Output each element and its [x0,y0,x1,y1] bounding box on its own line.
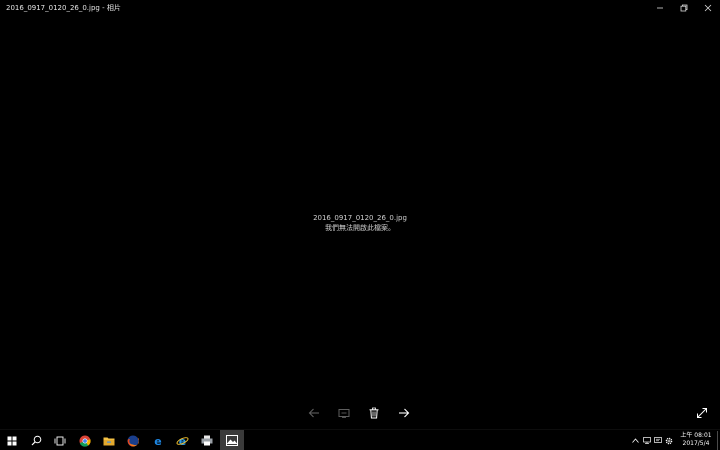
clock-date: 2017/5/4 [682,440,710,447]
fullscreen-button[interactable] [692,404,712,422]
svg-text:e: e [154,435,161,447]
restore-button[interactable] [672,0,696,16]
window-controls [648,0,720,16]
title-bar: 2016_0917_0120_26_0.jpg - 相片 [0,0,720,16]
start-button[interactable] [0,430,24,450]
taskbar: e e 上午 08:01 2017/5/4 [0,429,720,450]
show-hidden-icons-button[interactable] [630,430,641,450]
edge-button[interactable]: e [146,430,170,450]
minimize-button[interactable] [648,0,672,16]
arrow-left-icon [308,408,319,418]
task-view-button[interactable] [48,430,72,450]
previous-button[interactable] [302,403,326,423]
photos-icon [226,435,238,446]
photos-button[interactable] [220,430,244,450]
slideshow-icon [338,409,350,418]
expand-icon [697,408,707,418]
search-button[interactable] [24,430,48,450]
firefox-icon [127,435,139,446]
next-button[interactable] [392,403,416,423]
search-icon [31,435,41,446]
arrow-right-icon [399,408,410,418]
network-button[interactable] [641,430,652,450]
start-icon [7,436,17,445]
network-icon [642,437,651,444]
settings-tray-button[interactable] [663,430,674,450]
taskbar-clock[interactable]: 上午 08:01 2017/5/4 [678,432,714,448]
edge-icon: e [154,435,161,447]
restore-icon [680,4,688,12]
viewer-toolbar [302,403,416,423]
chrome-icon [79,435,91,447]
window-title: 2016_0917_0120_26_0.jpg - 相片 [6,4,121,12]
chevron-up-icon [632,438,639,443]
task-view-icon [54,436,66,445]
internet-explorer-button[interactable]: e [170,430,194,450]
delete-button[interactable] [362,403,386,423]
file-name-text: 2016_0917_0120_26_0.jpg [313,214,407,222]
error-message-area: 2016_0917_0120_26_0.jpg 我們無法開啟此檔案。 [0,213,720,233]
photos-app-window: 2016_0917_0120_26_0.jpg - 相片 2016_0917_0… [0,0,720,450]
internet-explorer-icon: e [176,435,188,447]
show-desktop-button[interactable] [717,431,718,450]
slideshow-button[interactable] [332,403,356,423]
printer-icon [201,435,213,446]
settings-icon [665,437,672,444]
close-button[interactable] [696,0,720,16]
notification-icon [653,437,662,443]
minimize-icon [657,7,663,9]
file-explorer-icon [103,437,115,445]
chrome-button[interactable] [73,430,97,450]
trash-icon [369,407,379,419]
file-explorer-button[interactable] [97,430,121,450]
clock-time: 上午 08:01 [680,432,712,439]
firefox-button[interactable] [121,430,145,450]
notifications-button[interactable] [652,430,663,450]
close-icon [704,4,712,12]
printer-button[interactable] [195,430,219,450]
system-tray [630,430,674,450]
error-message-text: 我們無法開啟此檔案。 [325,224,395,232]
svg-text:e: e [178,435,185,447]
